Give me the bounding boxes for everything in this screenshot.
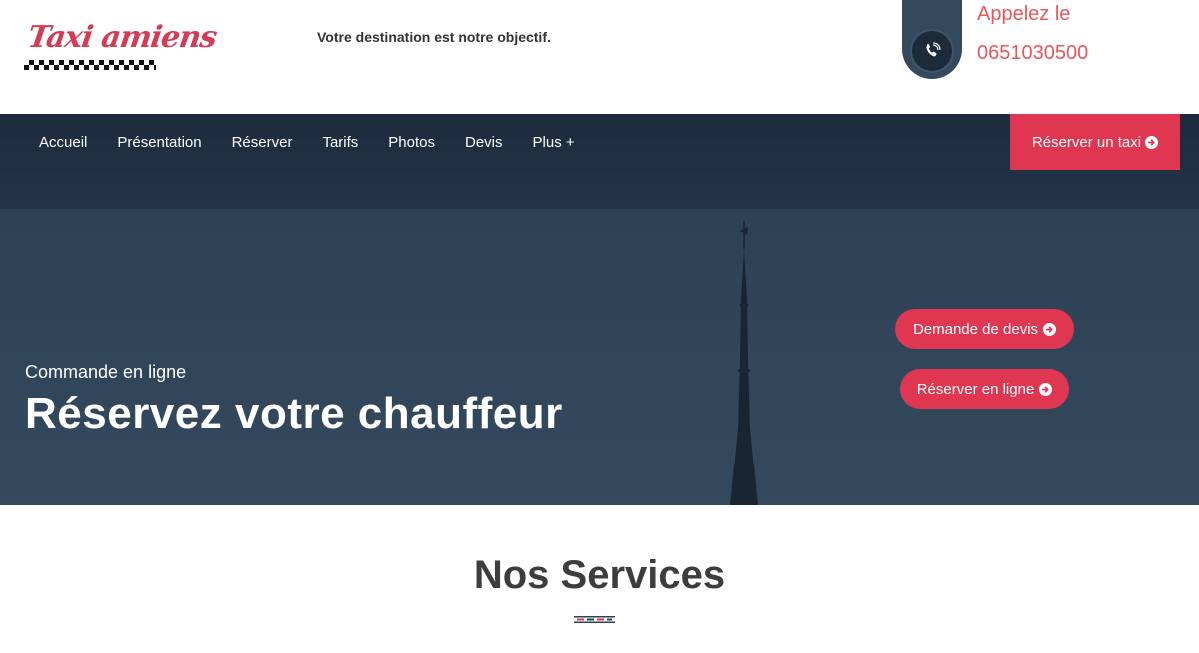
arrow-right-circle-icon <box>1043 322 1057 336</box>
section-divider <box>574 616 615 623</box>
main-navigation: Accueil Présentation Réserver Tarifs Pho… <box>0 114 1199 209</box>
logo[interactable]: Taxi amiens <box>24 20 218 76</box>
call-label: Appelez le <box>977 3 1071 25</box>
phone-icon[interactable] <box>910 29 954 73</box>
nav-item-plus[interactable]: Plus + <box>518 133 590 153</box>
hero-subtitle: Commande en ligne <box>25 362 187 382</box>
nav-item-reserver[interactable]: Réserver <box>217 133 308 153</box>
nav-item-photos[interactable]: Photos <box>373 133 450 153</box>
nav-menu: Accueil Présentation Réserver Tarifs Pho… <box>24 133 590 153</box>
book-online-button[interactable]: Réserver en ligne <box>900 369 1069 409</box>
nav-item-tarifs[interactable]: Tarifs <box>307 133 373 153</box>
services-heading: Nos Services <box>473 553 726 597</box>
hero-banner: Commande en ligne Réservez votre chauffe… <box>0 209 1199 505</box>
arrow-right-circle-icon <box>1039 382 1053 396</box>
quote-request-label: Demande de devis <box>912 320 1039 338</box>
cathedral-spire-image <box>730 221 758 505</box>
hero-title: Réservez votre chauffeur <box>25 389 563 438</box>
reserve-taxi-button[interactable]: Réserver un taxi <box>1010 114 1180 170</box>
quote-request-button[interactable]: Demande de devis <box>895 309 1074 349</box>
nav-item-accueil[interactable]: Accueil <box>24 133 102 153</box>
site-header: Taxi amiens Votre destination est notre … <box>0 0 1199 114</box>
reserve-taxi-label: Réserver un taxi <box>1031 133 1142 151</box>
phone-number-link[interactable]: 0651030500 <box>977 42 1088 65</box>
phone-tab <box>902 0 962 79</box>
arrow-right-circle-icon <box>1145 135 1159 149</box>
nav-item-devis[interactable]: Devis <box>450 133 518 153</box>
logo-text: Taxi amiens <box>25 20 219 55</box>
checkered-stripe <box>24 60 156 70</box>
book-online-label: Réserver en ligne <box>916 380 1035 398</box>
nav-item-presentation[interactable]: Présentation <box>102 133 216 153</box>
tagline: Votre destination est notre objectif. <box>317 29 551 45</box>
